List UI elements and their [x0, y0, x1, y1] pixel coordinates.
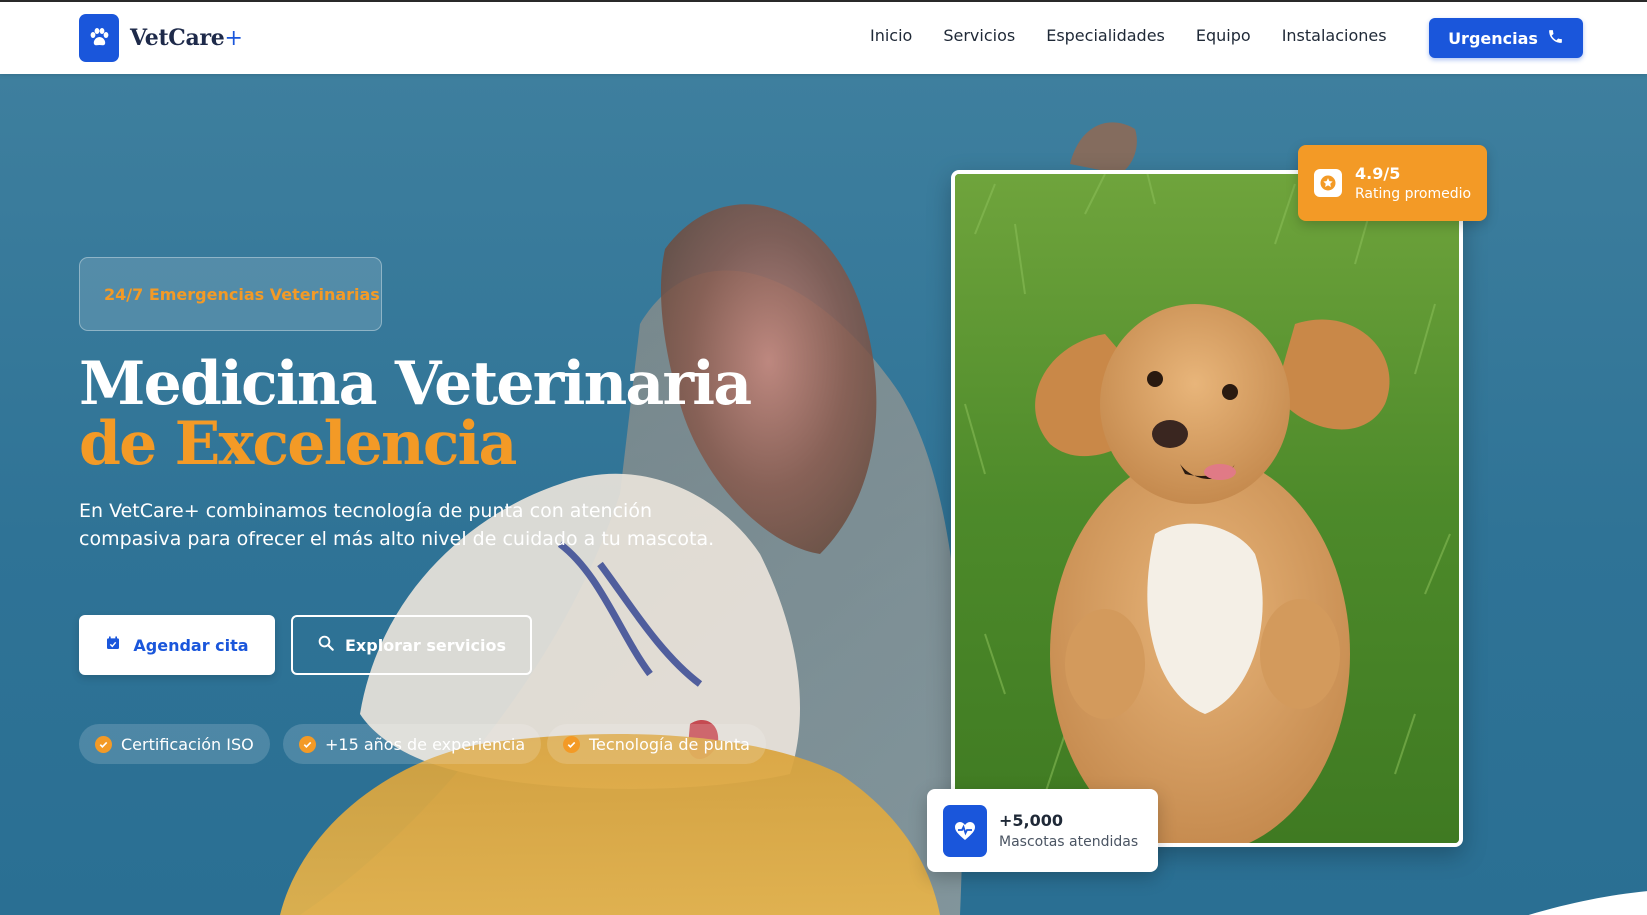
- heart-pulse-icon: [943, 804, 987, 857]
- nav-item-inicio[interactable]: Inicio: [870, 26, 912, 45]
- urgencias-label: Urgencias: [1448, 28, 1538, 48]
- explore-services-label: Explorar servicios: [345, 635, 506, 655]
- schedule-appointment-button[interactable]: Agendar cita: [79, 615, 275, 675]
- explore-services-button[interactable]: Explorar servicios: [291, 615, 532, 675]
- check-circle-icon: [563, 735, 580, 753]
- hero-description: En VetCare+ combinamos tecnología de pun…: [79, 500, 715, 550]
- emergency-badge: 24/7 Emergencias Veterinarias: [79, 257, 382, 331]
- logo-text: VetCare+: [130, 25, 243, 51]
- urgencias-button[interactable]: Urgencias: [1429, 18, 1583, 58]
- feature-label: Tecnología de punta: [589, 734, 750, 754]
- brand-plus: +: [224, 26, 243, 51]
- nav-item-equipo[interactable]: Equipo: [1196, 26, 1251, 45]
- search-icon: [317, 634, 335, 656]
- pets-served-label: Mascotas atendidas: [999, 834, 1139, 850]
- rating-label: Rating promedio: [1355, 186, 1472, 202]
- pets-served-value: +5,000: [999, 811, 1064, 830]
- wave-divider: [1528, 891, 1647, 915]
- puppy-photo: [951, 170, 1463, 847]
- nav-item-instalaciones[interactable]: Instalaciones: [1282, 26, 1387, 45]
- rating-value: 4.9/5: [1355, 164, 1401, 183]
- feature-label: +15 años de experiencia: [325, 734, 526, 754]
- calendar-icon: [105, 635, 121, 655]
- phone-icon: [1547, 28, 1564, 49]
- puppy-image: [955, 174, 1459, 843]
- logo[interactable]: VetCare+: [79, 14, 243, 62]
- hero-section: 24/7 Emergencias Veterinarias Medicina V…: [0, 74, 1647, 915]
- hero-title: Medicina Veterinaria de Excelencia: [79, 354, 799, 474]
- feature-pill: Certificación ISO: [79, 724, 270, 764]
- feature-label: Certificación ISO: [121, 734, 254, 754]
- feature-pill: +15 años de experiencia: [283, 724, 542, 764]
- feature-pill: Tecnología de punta: [547, 724, 766, 764]
- site-header: VetCare+ Inicio Servicios Especialidades…: [0, 2, 1647, 74]
- check-circle-icon: [299, 735, 316, 753]
- brand-name: VetCare: [130, 25, 225, 51]
- paw-icon: [79, 14, 119, 62]
- nav-item-especialidades[interactable]: Especialidades: [1046, 26, 1165, 45]
- nav-item-servicios[interactable]: Servicios: [943, 26, 1015, 45]
- main-nav: Inicio Servicios Especialidades Equipo I…: [870, 26, 1418, 45]
- hero-title-accent: de Excelencia: [79, 409, 517, 479]
- schedule-appointment-label: Agendar cita: [133, 635, 249, 655]
- pets-served-card: +5,000 Mascotas atendidas: [927, 789, 1158, 872]
- star-icon: [1314, 169, 1342, 197]
- check-circle-icon: [95, 735, 112, 753]
- rating-card: 4.9/5 Rating promedio: [1298, 145, 1487, 221]
